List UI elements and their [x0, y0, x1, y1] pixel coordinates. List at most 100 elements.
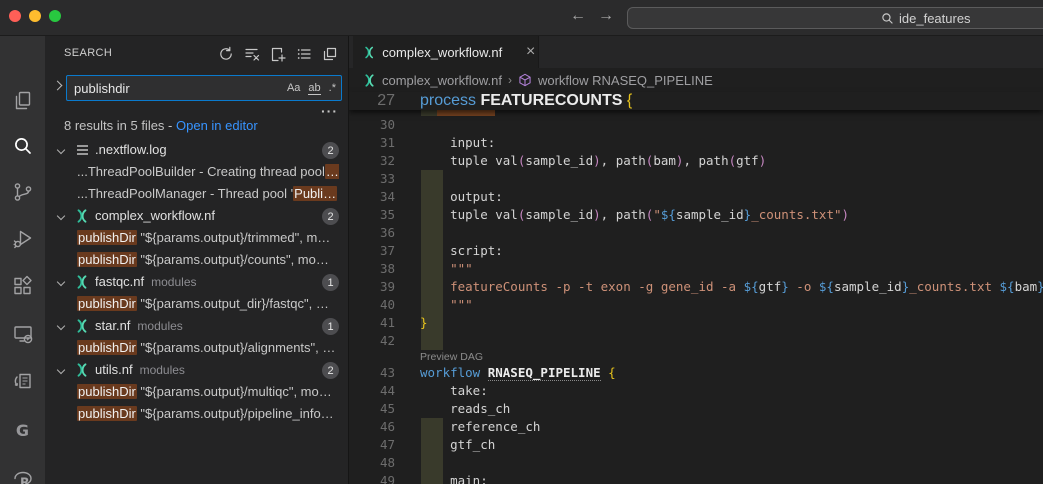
search-match-row[interactable]: publishDir "${params.output}/counts", mo… — [45, 249, 348, 271]
nav-back-icon[interactable]: ← — [567, 7, 589, 25]
clear-results-icon[interactable] — [241, 43, 262, 64]
code-line[interactable]: 37 script: — [349, 242, 1043, 260]
chevron-down-icon[interactable] — [57, 146, 65, 154]
file-dir-label: modules — [151, 275, 196, 289]
gitlens-icon[interactable]: G — [0, 411, 45, 449]
extensions-icon[interactable] — [0, 267, 45, 305]
search-file-row[interactable]: star.nfmodules1 — [45, 315, 348, 337]
view-as-list-icon[interactable] — [293, 43, 314, 64]
tab-close-icon[interactable]: × — [523, 44, 538, 60]
search-input[interactable] — [67, 76, 257, 100]
search-file-row[interactable]: utils.nfmodules2 — [45, 359, 348, 381]
codelens-preview-dag[interactable]: Preview DAG — [420, 350, 483, 364]
search-match-row[interactable]: ...ThreadPoolBuilder - Creating thread p… — [45, 161, 348, 183]
search-match-row[interactable]: ...ThreadPoolManager - Thread pool 'Publ… — [45, 183, 348, 205]
code-line[interactable]: 39 featureCounts -p -t exon -g gene_id -… — [349, 278, 1043, 296]
code-line[interactable]: 45 reads_ch — [349, 400, 1043, 418]
search-match-row[interactable]: publishDir "${params.output}/pipeline_in… — [45, 403, 348, 425]
new-search-editor-icon[interactable] — [267, 43, 288, 64]
search-match-row[interactable]: publishDir "${params.output}/multiqc", m… — [45, 381, 348, 403]
search-file-row[interactable]: .nextflow.log2 — [45, 139, 348, 161]
code-line[interactable]: 40 """ — [349, 296, 1043, 314]
code-line[interactable]: 49 main: — [349, 472, 1043, 484]
code-line[interactable]: 32 tuple val(sample_id), path(bam), path… — [349, 152, 1043, 170]
toggle-search-details-icon[interactable]: ··· — [321, 103, 338, 119]
breadcrumb-symbol[interactable]: workflow RNASEQ_PIPELINE — [538, 73, 713, 88]
explorer-icon[interactable] — [0, 82, 45, 120]
file-name: utils.nfmodules — [95, 362, 185, 377]
match-text: ...ThreadPoolBuilder - Creating thread p… — [77, 164, 339, 179]
line-number: 41 — [349, 314, 395, 332]
code-line[interactable]: 46 reference_ch — [349, 418, 1043, 436]
log-file-icon — [74, 142, 90, 158]
line-number: 42 — [349, 332, 395, 350]
file-name: complex_workflow.nf — [95, 208, 215, 223]
line-number: 39 — [349, 278, 395, 296]
code-line[interactable]: 33 — [349, 170, 1043, 188]
match-count-badge: 1 — [322, 274, 339, 291]
code-line[interactable]: 43workflow RNASEQ_PIPELINE { — [349, 364, 1043, 382]
search-match-row[interactable]: publishDir "${params.output}/alignments"… — [45, 337, 348, 359]
search-match-row[interactable]: publishDir "${params.output}/trimmed", m… — [45, 227, 348, 249]
search-results-summary: 8 results in 5 files - Open in editor — [64, 118, 258, 133]
code-line[interactable]: 35 tuple val(sample_id), path("${sample_… — [349, 206, 1043, 224]
code-line[interactable]: 48 — [349, 454, 1043, 472]
file-dir-label: modules — [140, 363, 185, 377]
activity-bar: GR — [0, 36, 45, 484]
titlebar: ← → ide_features — [0, 0, 1043, 36]
maximize-window-button[interactable] — [49, 10, 61, 22]
open-in-editor-group-icon[interactable] — [319, 43, 340, 64]
code-line[interactable]: 36 — [349, 224, 1043, 242]
chevron-down-icon[interactable] — [57, 212, 65, 220]
search-icon[interactable] — [0, 127, 45, 165]
nextflow-file-icon — [74, 362, 90, 378]
line-number: 34 — [349, 188, 395, 206]
line-number: 45 — [349, 400, 395, 418]
refresh-icon[interactable] — [215, 43, 236, 64]
code-line[interactable]: 42 — [349, 332, 1043, 350]
command-center-search-box[interactable]: ide_features — [627, 7, 1043, 29]
minimize-window-button[interactable] — [29, 10, 41, 22]
code-line[interactable]: 41} — [349, 314, 1043, 332]
file-name: fastqc.nfmodules — [95, 274, 197, 289]
line-code: reads_ch — [420, 400, 510, 418]
sticky-scroll-line[interactable]: 27 process FEATURECOUNTS { — [349, 92, 1043, 110]
chevron-down-icon[interactable] — [57, 322, 65, 330]
line-code: } — [420, 314, 428, 332]
search-panel-header: SEARCH — [45, 42, 348, 66]
regex-icon[interactable]: .* — [329, 82, 336, 94]
code-line[interactable]: 38 """ — [349, 260, 1043, 278]
sticky-line-code: process FEATURECOUNTS { — [420, 92, 632, 109]
code-line[interactable]: 34 output: — [349, 188, 1043, 206]
task-runner-icon[interactable] — [0, 363, 45, 401]
code-line[interactable]: 44 take: — [349, 382, 1043, 400]
search-results-tree: .nextflow.log2 ...ThreadPoolBuilder - Cre… — [45, 139, 348, 425]
tab-complex-workflow[interactable]: complex_workflow.nf × — [353, 36, 539, 68]
breadcrumb-file[interactable]: complex_workflow.nf — [382, 73, 502, 88]
chevron-down-icon[interactable] — [57, 278, 65, 286]
whole-word-icon[interactable]: ab — [308, 82, 320, 95]
search-file-row[interactable]: fastqc.nfmodules 1 — [45, 271, 348, 293]
code-line[interactable]: 47 gtf_ch — [349, 436, 1043, 454]
search-file-row[interactable]: complex_workflow.nf2 — [45, 205, 348, 227]
remote-explorer-icon[interactable] — [0, 315, 45, 353]
chevron-down-icon[interactable] — [57, 366, 65, 374]
code-line[interactable]: 31 input: — [349, 134, 1043, 152]
source-control-icon[interactable] — [0, 173, 45, 211]
line-number: 40 — [349, 296, 395, 314]
line-number: 30 — [349, 116, 395, 134]
toggle-replace-chevron-icon[interactable] — [53, 81, 63, 91]
match-case-icon[interactable]: Aa — [287, 82, 300, 94]
close-window-button[interactable] — [9, 10, 21, 22]
r-language-icon[interactable]: R — [0, 461, 45, 484]
code-editor[interactable]: 3031 input:32 tuple val(sample_id), path… — [349, 116, 1043, 484]
line-code: script: — [420, 242, 503, 260]
line-number: 32 — [349, 152, 395, 170]
run-debug-icon[interactable] — [0, 220, 45, 258]
nav-forward-icon[interactable]: → — [595, 7, 617, 25]
search-match-row[interactable]: publishDir "${params.output_dir}/fastqc"… — [45, 293, 348, 315]
line-number: 44 — [349, 382, 395, 400]
match-text: publishDir "${params.output}/alignments"… — [77, 340, 335, 355]
code-line[interactable]: 30 — [349, 116, 1043, 134]
open-in-editor-link[interactable]: Open in editor — [176, 118, 258, 133]
